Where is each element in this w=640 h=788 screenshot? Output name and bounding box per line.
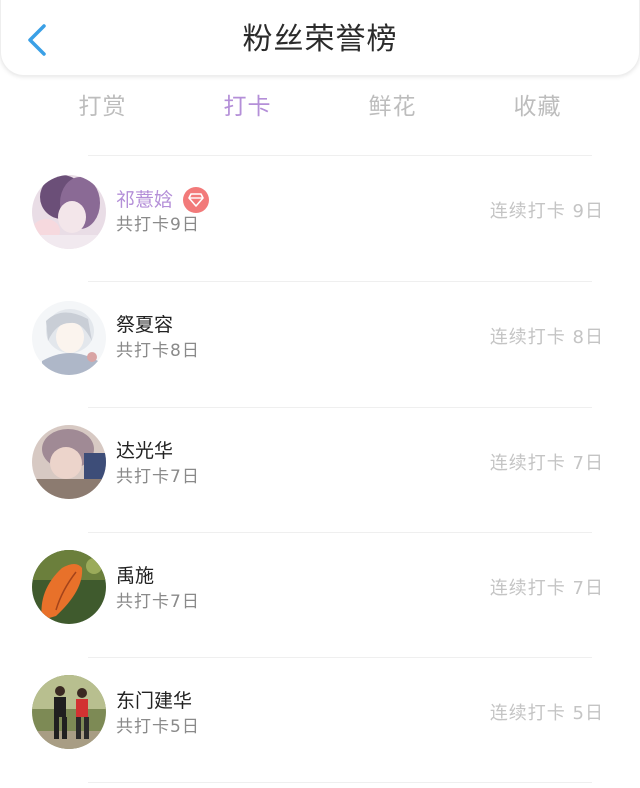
streak-count: 连续打卡 7日 [489, 578, 604, 599]
page-title: 粉丝荣誉榜 [242, 22, 398, 57]
fan-name: 东门建华 [116, 690, 193, 712]
streak-count: 连续打卡 9日 [489, 201, 604, 222]
list-divider [88, 782, 592, 783]
total-checkins: 共打卡8日 [116, 341, 200, 361]
avatar [32, 675, 106, 749]
header-bar: 粉丝荣誉榜 [0, 0, 640, 76]
fan-name: 祭夏容 [116, 314, 174, 336]
avatar [32, 425, 106, 499]
streak-count: 连续打卡 7日 [489, 453, 604, 474]
tab-checkin[interactable]: 打卡 [175, 82, 320, 132]
avatar [32, 175, 106, 249]
streak-count: 连续打卡 8日 [489, 327, 604, 348]
fan-name: 祁薏娢 [116, 187, 210, 213]
list-item[interactable]: 东门建华 共打卡5日 连续打卡 5日 [0, 658, 640, 783]
tab-favorites[interactable]: 收藏 [465, 82, 610, 132]
tab-bar: 打赏 打卡 鲜花 收藏 [30, 82, 610, 132]
list-item[interactable]: 达光华 共打卡7日 连续打卡 7日 [0, 408, 640, 533]
list-item[interactable]: 祭夏容 共打卡8日 连续打卡 8日 [0, 282, 640, 407]
total-checkins: 共打卡5日 [116, 717, 200, 737]
tab-flowers[interactable]: 鲜花 [320, 82, 465, 132]
tab-reward[interactable]: 打赏 [30, 82, 175, 132]
total-checkins: 共打卡9日 [116, 215, 200, 235]
streak-count: 连续打卡 5日 [489, 703, 604, 724]
diamond-icon [183, 187, 210, 213]
total-checkins: 共打卡7日 [116, 467, 200, 487]
fan-name: 禹施 [116, 565, 155, 587]
list-item[interactable]: 禹施 共打卡7日 连续打卡 7日 [0, 533, 640, 658]
total-checkins: 共打卡7日 [116, 592, 200, 612]
avatar [32, 550, 106, 624]
fan-name: 达光华 [116, 440, 174, 462]
list-item[interactable]: 祁薏娢 共打卡9日 连续打卡 9日 [0, 156, 640, 281]
fan-name-text: 祁薏娢 [116, 189, 174, 211]
app-root: 粉丝荣誉榜 打赏 打卡 鲜花 收藏 祁薏娢 共打卡9日 连续打卡 9日 祭夏容 … [0, 0, 640, 788]
avatar [32, 301, 106, 375]
